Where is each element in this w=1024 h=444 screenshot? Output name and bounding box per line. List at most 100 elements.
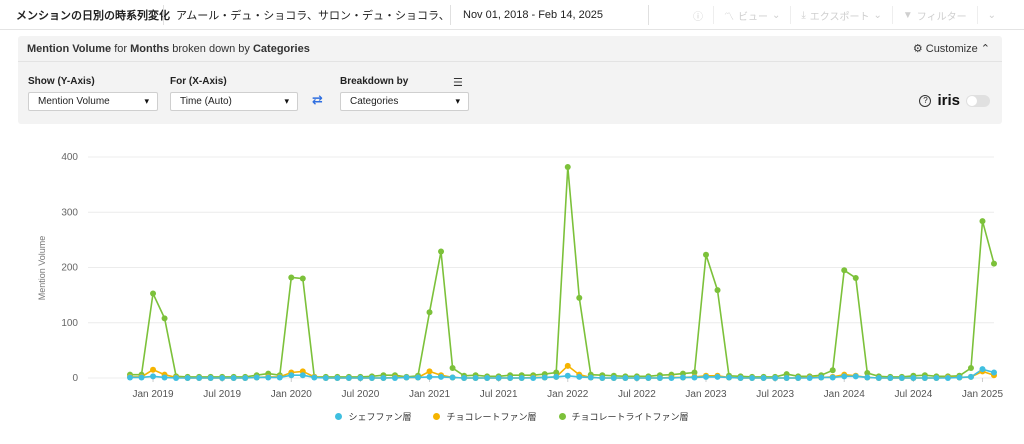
data-point [230, 375, 237, 381]
legend-item[interactable]: シェフファン層 [335, 410, 411, 423]
x-axis-select[interactable]: Time (Auto) ▾ [170, 92, 298, 111]
export-button[interactable]: ⤓ エクスポート ⌄ [790, 6, 892, 24]
iris-toggle[interactable] [966, 94, 990, 107]
data-point [703, 373, 709, 380]
report-header: メンションの日別の時系列変化 アムール・デュ・ショコラ、サロン・デュ・ショコラ、… [0, 0, 1024, 30]
data-point [438, 248, 445, 255]
data-point [576, 294, 583, 301]
legend-item[interactable]: チョコレートファン層 [433, 410, 537, 423]
info-button[interactable]: ⓘ [683, 6, 713, 24]
y-tick-label: 300 [61, 207, 78, 218]
data-point [714, 287, 721, 294]
data-point [207, 375, 214, 381]
chart-legend: シェフファン層 チョコレートファン層 チョコレートライトファン層 [0, 410, 1024, 423]
for-label: For (X-Axis) [170, 76, 227, 87]
sort-icon[interactable]: ☰ [453, 76, 463, 89]
view-button[interactable]: 〽ビュー ⌄ [712, 6, 790, 24]
data-point [760, 375, 767, 381]
data-point [841, 267, 848, 274]
y-axis-select[interactable]: Mention Volume ▾ [28, 92, 158, 111]
x-tick-label: Jan 2025 [962, 389, 1004, 400]
data-point [242, 375, 249, 381]
data-point [541, 374, 548, 381]
data-point [818, 374, 825, 381]
show-label: Show (Y-Axis) [28, 76, 95, 87]
data-point [991, 260, 997, 267]
chevron-down-icon: ▾ [284, 96, 289, 106]
legend-dot-icon [335, 413, 343, 420]
data-point [599, 375, 606, 381]
date-range[interactable]: Nov 01, 2018 - Feb 14, 2025 [451, 9, 648, 21]
data-point [288, 274, 295, 281]
filter-icon: ▼ [902, 9, 913, 21]
data-point [472, 375, 479, 381]
data-point [726, 374, 733, 381]
data-point [898, 375, 905, 381]
data-point [173, 375, 180, 381]
more-button[interactable]: ⌄ [976, 6, 1006, 24]
data-point [299, 275, 306, 282]
data-point [403, 374, 410, 381]
data-point [426, 309, 433, 316]
data-point [449, 365, 456, 372]
help-icon[interactable]: ? [919, 94, 932, 107]
x-axis-value: Time (Auto) [180, 96, 232, 107]
data-point [737, 375, 744, 381]
panel-title: Mention Volume for Months broken down by… [27, 43, 310, 55]
filter-button[interactable]: ▼ フィルター [891, 6, 977, 24]
brand-filter[interactable]: アムール・デュ・ショコラ、サロン・デュ・ショコラ、... [164, 7, 450, 23]
title-connector: for [111, 43, 131, 55]
swap-axes-icon[interactable]: ⇄ [312, 92, 323, 108]
data-point [956, 374, 963, 381]
data-point [633, 375, 640, 381]
data-point [138, 374, 145, 381]
view-label: ビュー [737, 11, 768, 23]
data-point [921, 375, 928, 381]
chevron-down-icon: ▾ [144, 96, 149, 106]
legend-label: シェフファン層 [348, 412, 412, 422]
x-tick-label: Jan 2019 [132, 389, 174, 400]
x-tick-label: Jul 2019 [203, 389, 241, 400]
legend-item[interactable]: チョコレートライトファン層 [558, 410, 689, 423]
gear-icon: ⚙ [912, 43, 923, 55]
y-tick-label: 200 [61, 263, 78, 274]
data-point [530, 375, 537, 381]
data-point [276, 374, 283, 381]
data-point [265, 374, 272, 381]
legend-label: チョコレートライトファン層 [571, 412, 689, 422]
data-point [127, 374, 133, 381]
title-connector: broken down by [169, 43, 253, 55]
customize-toggle[interactable]: ⚙ Customize ⌃ [913, 42, 990, 55]
breakdown-name: Categories [252, 43, 310, 55]
data-point [668, 375, 675, 381]
chart-settings-panel: Mention Volume for Months broken down by… [18, 36, 1002, 124]
data-point [322, 375, 329, 381]
divider [648, 4, 649, 25]
x-tick-label: Jul 2021 [480, 389, 518, 400]
iris-label: iris [937, 92, 960, 109]
data-point [864, 374, 871, 381]
breakdown-select[interactable]: Categories ▾ [340, 92, 469, 111]
info-icon: ⓘ [692, 11, 703, 23]
chevron-down-icon: ⌄ [987, 9, 996, 21]
data-point [887, 375, 894, 381]
data-point [380, 375, 387, 381]
export-label: エクスポート [809, 11, 870, 23]
data-point [991, 369, 997, 376]
data-point [829, 374, 836, 381]
period-name: Months [130, 43, 170, 55]
data-point [783, 375, 790, 381]
data-point [622, 375, 629, 381]
y-tick-label: 400 [61, 152, 78, 163]
data-point [299, 372, 306, 379]
data-point [161, 315, 168, 322]
data-point [979, 366, 986, 373]
data-point [564, 163, 571, 170]
data-point [875, 375, 882, 381]
data-point [656, 375, 663, 381]
divider [18, 61, 1002, 62]
data-point [461, 375, 468, 381]
x-tick-label: Jul 2020 [341, 389, 379, 400]
data-point [253, 374, 260, 381]
data-point [484, 375, 491, 381]
